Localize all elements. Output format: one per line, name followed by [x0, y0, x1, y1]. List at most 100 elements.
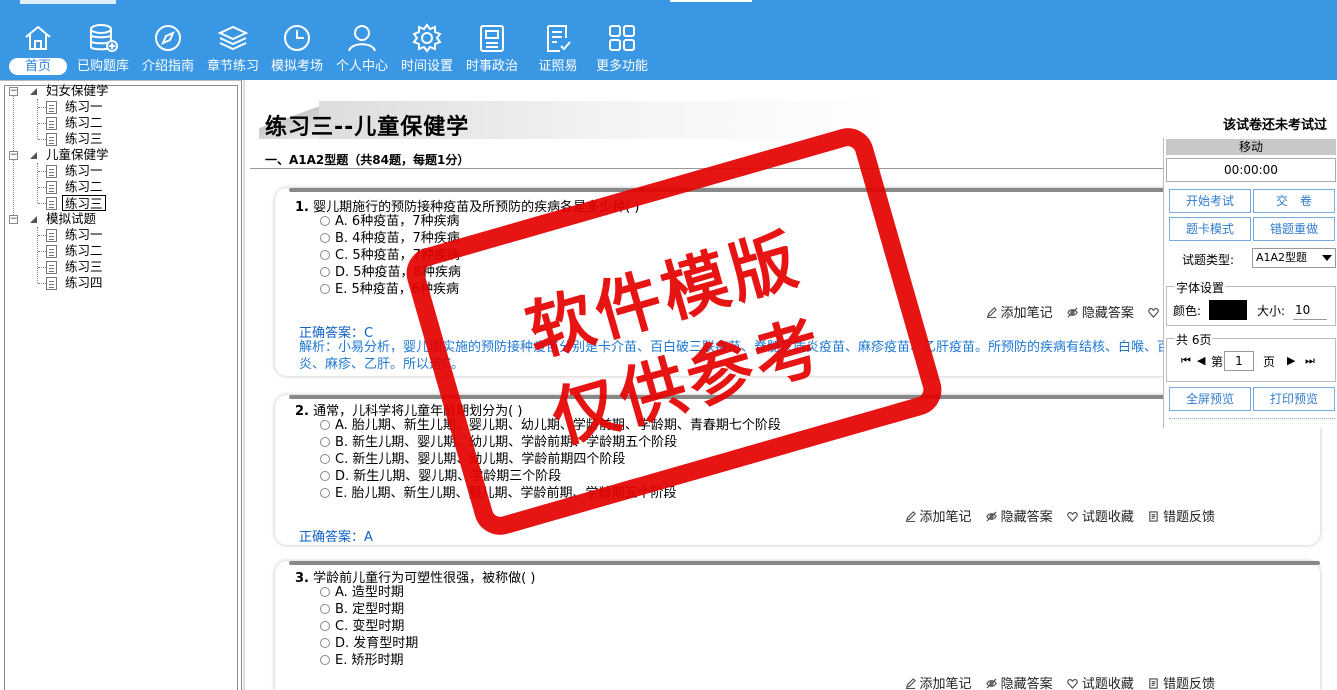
news-icon — [480, 25, 504, 52]
pencil-icon — [905, 511, 916, 522]
toolbar-time-settings-button[interactable]: 时间设置 — [394, 20, 460, 78]
hide-answer-button[interactable]: 隐藏答案 — [1067, 306, 1134, 321]
fullscreen-preview-button[interactable]: 全屏预览 — [1169, 387, 1251, 411]
option-text: A. 6种疫苗，7种疾病 — [335, 214, 460, 229]
tree-item[interactable]: 练习三 — [65, 259, 103, 275]
feedback-button[interactable]: 错题反馈 — [1148, 677, 1215, 690]
submit-exam-button[interactable]: 交 卷 — [1253, 189, 1335, 213]
font-color-swatch[interactable] — [1209, 300, 1247, 320]
answer-option[interactable]: A. 造型时期 — [320, 584, 404, 601]
action-label: 隐藏答案 — [1000, 677, 1053, 690]
tree-item[interactable]: 练习三 — [65, 131, 103, 147]
radio-button[interactable] — [320, 604, 330, 614]
tree-connector — [38, 283, 46, 284]
tree-item[interactable]: 练习二 — [65, 179, 103, 195]
database-icon — [90, 24, 118, 52]
toolbar-mock-exam-button[interactable]: 模拟考场 — [264, 20, 330, 78]
tree-collapse-toggle[interactable]: − — [9, 87, 18, 96]
first-page-icon[interactable]: ⏮ — [1181, 354, 1191, 368]
add-note-button[interactable]: 添加笔记 — [905, 510, 972, 525]
tree-connector — [38, 251, 46, 252]
toolbar-label: 介绍指南 — [141, 59, 194, 74]
question-number: 3. — [295, 571, 309, 586]
tree-connector — [37, 99, 38, 139]
toolbar-current-affairs-button[interactable]: 时事政治 — [459, 20, 525, 78]
question-type-select[interactable]: A1A2型题 — [1252, 248, 1336, 268]
radio-button[interactable] — [320, 655, 330, 665]
toolbar-more-button[interactable]: 更多功能 — [589, 20, 655, 78]
chapter-tree: − 妇女保健学 练习一 练习二 练习三 − 儿童保健学 练习一 练习二 练习三 … — [0, 80, 242, 690]
toolbar-certificate-button[interactable]: 证照易 — [525, 20, 591, 78]
action-label: 隐藏答案 — [1081, 306, 1134, 321]
favorite-button[interactable]: 试题收藏 — [1067, 510, 1134, 525]
toolbar-chapter-practice-button[interactable]: 章节练习 — [200, 20, 266, 78]
toolbar-profile-button[interactable]: 个人中心 — [329, 20, 395, 78]
window-title-fragment — [670, 0, 752, 2]
start-exam-button[interactable]: 开始考试 — [1169, 189, 1251, 213]
radio-button[interactable] — [320, 454, 330, 464]
hide-answer-button[interactable]: 隐藏答案 — [985, 677, 1053, 690]
add-note-button[interactable]: 添加笔记 — [986, 306, 1053, 321]
toolbar-guide-button[interactable]: 介绍指南 — [135, 20, 201, 78]
move-handle[interactable]: 移动 — [1166, 139, 1336, 155]
redo-wrong-button[interactable]: 错题重做 — [1253, 217, 1335, 241]
radio-button[interactable] — [320, 284, 330, 294]
question-actions: 添加笔记 隐藏答案 试题收藏 错题反馈 — [895, 506, 1215, 525]
tree-item[interactable]: 练习一 — [65, 99, 103, 115]
page-number-input[interactable]: 1 — [1224, 351, 1254, 371]
radio-button[interactable] — [320, 621, 330, 631]
action-label: 添加笔记 — [919, 510, 972, 525]
radio-button[interactable] — [320, 420, 330, 430]
tree-item-selected[interactable]: 练习三 — [62, 195, 106, 211]
toolbar-home-button[interactable]: 首页 — [5, 20, 71, 78]
eye-off-icon — [985, 678, 997, 689]
tree-item[interactable]: 练习一 — [65, 227, 103, 243]
pencil-icon — [986, 307, 997, 318]
tree-item[interactable]: 练习二 — [65, 243, 103, 259]
card-mode-button[interactable]: 题卡模式 — [1169, 217, 1251, 241]
tree-group-women-health[interactable]: 妇女保健学 — [46, 83, 109, 99]
last-page-icon[interactable]: ⏭ — [1305, 354, 1315, 368]
radio-button[interactable] — [320, 471, 330, 481]
radio-button[interactable] — [320, 488, 330, 498]
document-icon — [46, 245, 57, 258]
heart-icon — [1148, 307, 1159, 318]
tree-collapse-toggle[interactable]: − — [9, 151, 18, 160]
toolbar-label: 时事政治 — [465, 59, 518, 74]
tree-group-child-health[interactable]: 儿童保健学 — [46, 147, 109, 163]
add-note-button[interactable]: 添加笔记 — [905, 677, 972, 690]
feedback-button[interactable]: 错题反馈 — [1148, 510, 1215, 525]
color-label: 颜色: — [1173, 304, 1202, 318]
radio-button[interactable] — [320, 267, 330, 277]
question-type-value: A1A2型题 — [1256, 251, 1308, 264]
tree-item[interactable]: 练习四 — [65, 275, 103, 291]
print-preview-button[interactable]: 打印预览 — [1253, 387, 1335, 411]
answer-option[interactable]: E. 矫形时期 — [320, 652, 403, 669]
answer-option[interactable]: C. 变型时期 — [320, 618, 404, 635]
radio-button[interactable] — [320, 587, 330, 597]
answer-option[interactable]: A. 6种疫苗，7种疾病 — [320, 213, 459, 230]
hide-answer-button[interactable]: 隐藏答案 — [985, 510, 1053, 525]
tree-connector — [38, 139, 46, 140]
favorite-button[interactable]: 试题收藏 — [1067, 677, 1134, 690]
answer-option[interactable]: D. 发育型时期 — [320, 635, 418, 652]
radio-button[interactable] — [320, 216, 330, 226]
tree-item[interactable]: 练习二 — [65, 115, 103, 131]
radio-button[interactable] — [320, 233, 330, 243]
answer-option[interactable]: B. 定型时期 — [320, 601, 404, 618]
tree-border — [4, 85, 238, 690]
prev-page-icon[interactable]: ◀ — [1197, 354, 1205, 367]
font-size-input[interactable]: 10 — [1293, 300, 1327, 320]
page-suffix: 页 — [1263, 355, 1276, 369]
document-icon — [46, 117, 57, 130]
toolbar-label: 时间设置 — [400, 59, 453, 74]
tree-collapse-toggle[interactable]: − — [9, 215, 18, 224]
tree-item[interactable]: 练习一 — [65, 163, 103, 179]
radio-button[interactable] — [320, 638, 330, 648]
checklist-icon — [547, 25, 571, 52]
toolbar-purchased-bank-button[interactable]: 已购题库 — [70, 20, 136, 78]
radio-button[interactable] — [320, 437, 330, 447]
tree-group-mock-tests[interactable]: 模拟试题 — [46, 211, 96, 227]
next-page-icon[interactable]: ▶ — [1287, 354, 1295, 367]
radio-button[interactable] — [320, 250, 330, 260]
